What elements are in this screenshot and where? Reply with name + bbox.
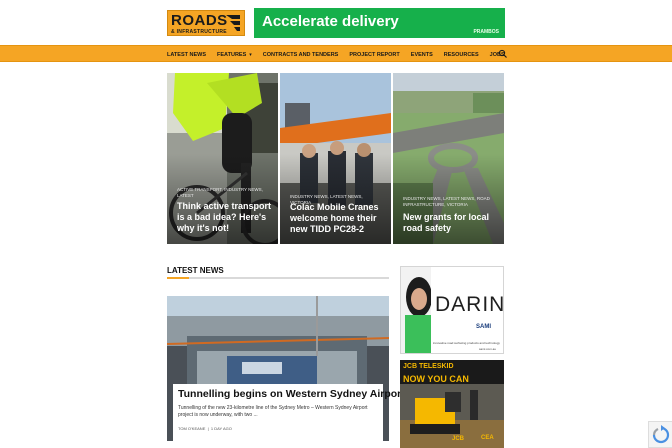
chevron-down-icon: ▾	[249, 51, 252, 58]
logo-text: ROADS	[171, 12, 228, 29]
card-title: Think active transport is a bad idea? He…	[177, 201, 272, 233]
ad-dealer: CEA	[481, 435, 494, 441]
section-title-latest-news: LATEST NEWS	[167, 266, 224, 275]
card-title: New grants for local road safety	[403, 212, 490, 233]
nav-item-label: RESOURCES	[443, 51, 479, 58]
ad-tagline: innovative road surfacing products and t…	[433, 341, 500, 345]
author-name[interactable]: TOM O'KEANE	[178, 426, 205, 431]
sidebar-ad-sami[interactable]: DARING SAMI innovative road surfacing pr…	[400, 266, 504, 354]
nav-item-label: LATEST NEWS	[167, 51, 207, 58]
banner-headline: Accelerate delivery	[262, 13, 399, 30]
nav-items: LATEST NEWS FEATURES ▾ CONTRACTS AND TEND…	[167, 46, 516, 63]
latest-news-summary: Tunnelling begins on Western Sydney Airp…	[173, 384, 405, 442]
latest-news-meta: TOM O'KEANE | 1 DAY AGO	[178, 426, 232, 431]
banner-brand: PRAMBOS	[473, 29, 499, 35]
card-categories: ACTIVE TRANSPORT, INDUSTRY NEWS, LATEST	[177, 187, 263, 198]
site-logo[interactable]: ROADS & INFRASTRUCTURE	[167, 10, 245, 36]
ad-headline: DARING	[435, 293, 504, 316]
recaptcha-badge[interactable]	[648, 421, 672, 448]
recaptcha-icon	[652, 425, 670, 444]
nav-item-project-report[interactable]: PROJECT REPORT	[349, 52, 399, 58]
nav-item-latest-news[interactable]: LATEST NEWS	[167, 52, 206, 58]
main-nav: LATEST NEWS FEATURES ▾ CONTRACTS AND TEND…	[0, 45, 672, 62]
latest-news-title[interactable]: Tunnelling begins on Western Sydney Airp…	[178, 388, 405, 400]
card-title: Colac Mobile Cranes welcome home their n…	[290, 202, 379, 234]
sidebar-ad-jcb[interactable]: JCB TELESKID NOW YOU CAN JCB CEA	[400, 360, 504, 448]
ad-portrait-image	[401, 267, 431, 353]
section-divider-accent	[167, 277, 189, 279]
latest-news-excerpt: Tunnelling of the new 23-kilometre line …	[178, 405, 368, 418]
ad-url: sami.com.au	[479, 347, 497, 351]
section-divider	[167, 277, 389, 279]
post-time: 1 DAY AGO	[210, 426, 232, 431]
site-header: ROADS & INFRASTRUCTURE Accelerate delive…	[0, 0, 672, 46]
feature-card-active-transport[interactable]: ACTIVE TRANSPORT, INDUSTRY NEWS, LATEST …	[167, 73, 278, 244]
search-icon[interactable]	[498, 49, 508, 59]
nav-item-contracts-and-tenders[interactable]: CONTRACTS AND TENDERS	[263, 52, 339, 58]
ad-headline: NOW YOU CAN	[403, 374, 469, 384]
meta-separator: |	[206, 426, 210, 431]
nav-item-events[interactable]: EVENTS	[411, 52, 433, 58]
card-categories: INDUSTRY NEWS, LATEST NEWS, ROAD INFRAST…	[403, 196, 490, 207]
ad-logo: JCB TELESKID	[403, 363, 454, 370]
nav-item-label: FEATURES	[217, 51, 247, 58]
nav-item-label: PROJECT REPORT	[349, 51, 400, 58]
banner-ad[interactable]: Accelerate delivery PRAMBOS	[254, 8, 505, 38]
nav-item-features[interactable]: FEATURES ▾	[217, 52, 252, 58]
nav-item-resources[interactable]: RESOURCES	[444, 52, 479, 58]
nav-item-label: CONTRACTS AND TENDERS	[262, 51, 339, 58]
logo-mark-icon	[226, 15, 240, 31]
feature-card-road-safety-grants[interactable]: INDUSTRY NEWS, LATEST NEWS, ROAD INFRAST…	[393, 73, 504, 244]
feature-card-colac-cranes[interactable]: INDUSTRY NEWS, LATEST NEWS, VICTORIA Col…	[280, 73, 391, 244]
ad-brand: SAMI	[476, 324, 491, 330]
logo-subtext: & INFRASTRUCTURE	[171, 29, 227, 35]
ad-brand: JCB	[452, 436, 465, 442]
nav-item-label: EVENTS	[410, 51, 433, 58]
